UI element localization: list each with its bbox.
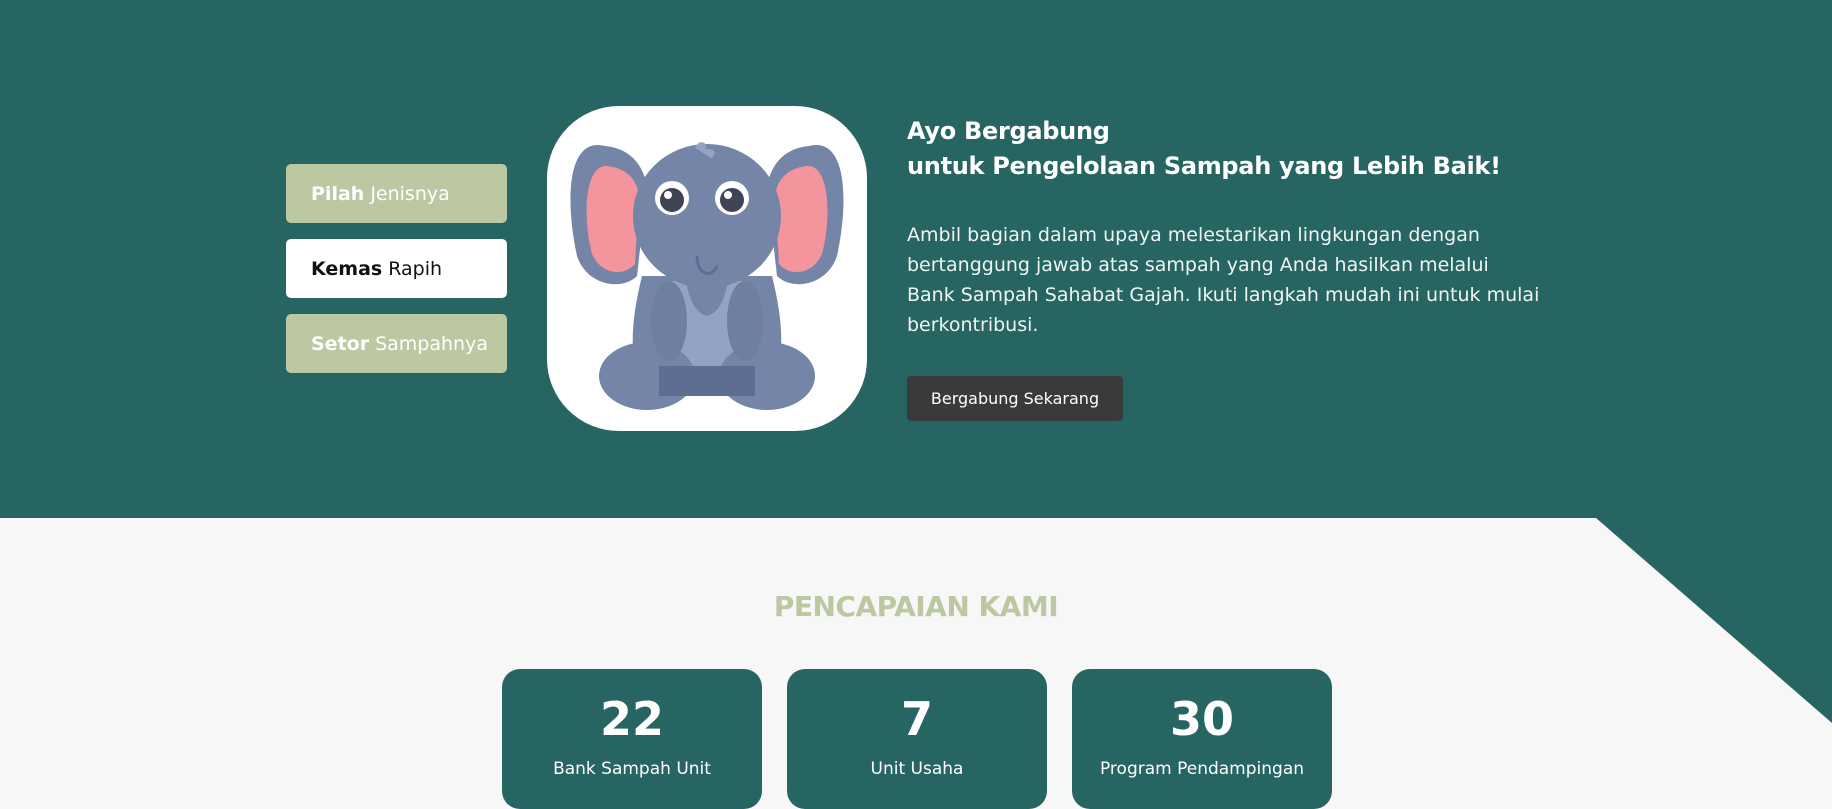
hero-copy: Ayo Bergabung untuk Pengelolaan Sampah y… [907,114,1547,340]
stat-number: 22 [599,692,664,746]
hero-title-line2: untuk Pengelolaan Sampah yang Lebih Baik… [907,152,1501,180]
hero-title: Ayo Bergabung untuk Pengelolaan Sampah y… [907,114,1547,184]
hero-title-line1: Ayo Bergabung [907,117,1110,145]
hero-description: Ambil bagian dalam upaya melestarikan li… [907,224,1540,336]
stat-label: Bank Sampah Unit [553,759,711,779]
step-bold-label: Kemas [311,257,383,280]
achievements-title: PENCAPAIAN KAMI [773,590,1059,623]
stat-card: 7 Unit Usaha [787,669,1047,809]
step-bold-label: Setor [311,332,370,355]
stat-number: 7 [900,692,933,746]
step-label: Jenisnya [370,182,450,205]
elephant-mascot-icon [570,142,844,410]
stat-label: Unit Usaha [870,759,964,779]
stat-card: 22 Bank Sampah Unit [502,669,762,809]
step-kemas-button[interactable]: Kemas Rapih [286,239,507,298]
achievements-stats: 22 Bank Sampah Unit 7 Unit Usaha 30 Prog… [502,669,1332,809]
step-pilah-button[interactable]: Pilah Jenisnya [286,164,507,223]
join-now-button[interactable]: Bergabung Sekarang [907,376,1123,421]
stat-card: 30 Program Pendampingan [1072,669,1332,809]
step-label: Sampahnya [375,332,488,355]
stat-label: Program Pendampingan [1099,759,1305,779]
step-setor-button[interactable]: Setor Sampahnya [286,314,507,373]
step-bold-label: Pilah [311,182,365,205]
step-label: Rapih [388,257,443,280]
stat-number: 30 [1169,692,1234,746]
steps-list: Pilah Jenisnya Kemas Rapih Setor Sampahn… [286,164,507,389]
mascot-card [547,106,867,431]
